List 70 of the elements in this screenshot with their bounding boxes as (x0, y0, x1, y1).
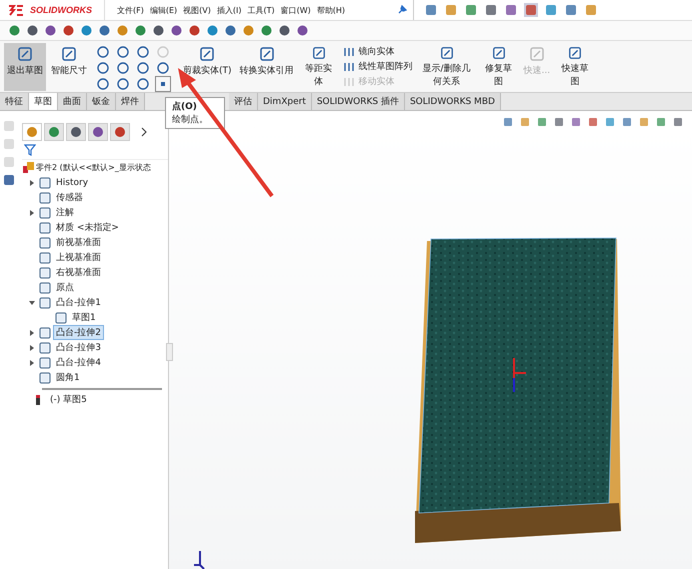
ribbon-button[interactable]: 显示/删除几何关系 (416, 43, 477, 91)
tree-item[interactable]: History (54, 178, 90, 188)
tool-icon (310, 46, 327, 60)
tool-icon (438, 46, 455, 60)
part-icon (22, 161, 35, 174)
filter-icon[interactable] (24, 144, 36, 156)
expand-arrow-icon[interactable] (29, 344, 35, 350)
tab[interactable]: 草图 (29, 93, 58, 110)
tool-icon (17, 46, 33, 62)
tab[interactable]: SOLIDWORKS MBD (404, 93, 501, 110)
origin-triad-icon (513, 358, 526, 392)
axis-triad-icon (193, 550, 205, 569)
menu-item[interactable]: 工具(T) (247, 4, 275, 16)
tool-icon (342, 76, 355, 88)
tool-icon (490, 46, 507, 60)
tree-item[interactable]: 原点 (54, 281, 76, 294)
panel-splitter-handle[interactable] (166, 343, 173, 361)
expand-arrow-icon[interactable] (29, 210, 35, 216)
tab[interactable]: 特征 (0, 93, 29, 110)
app-name: SOLIDWORKS (30, 5, 92, 15)
tree-item[interactable]: 右视基准面 (54, 266, 103, 279)
menu-item[interactable]: 文件(F) (117, 4, 144, 16)
tree-item[interactable]: 凸台-拉伸2 (54, 326, 103, 339)
menu-item[interactable]: 帮助(H) (316, 4, 346, 16)
tooltip-title: 点(O) (172, 100, 197, 113)
tool-icon (61, 46, 77, 62)
ribbon-button[interactable]: 快速草图 (555, 43, 596, 91)
tree-item[interactable]: 草图1 (70, 311, 98, 324)
expand-arrow-icon[interactable] (29, 360, 35, 366)
tab[interactable]: 曲面 (58, 93, 87, 110)
tool-icon (342, 46, 355, 58)
tree-item[interactable]: 前视基准面 (54, 236, 103, 249)
expand-arrow-icon[interactable] (29, 180, 35, 186)
menu-item[interactable]: 编辑(E) (150, 4, 178, 16)
ribbon-button[interactable]: 转换实体引用 (236, 43, 297, 91)
tree-item[interactable]: 零件2 (默认<<默认>_显示状态 (36, 162, 151, 173)
menu-item[interactable]: 插入(I) (216, 4, 242, 16)
ribbon-button[interactable]: 等距实体 (298, 43, 339, 91)
expand-arrow-icon[interactable] (29, 330, 35, 336)
chevron-right-icon[interactable] (140, 127, 148, 137)
pin-icon[interactable] (397, 5, 407, 15)
tree-item[interactable]: 凸台-拉伸4 (54, 356, 103, 369)
tree-item[interactable]: 材质 <未指定> (54, 221, 121, 234)
ribbon-button[interactable]: 退出草图 (4, 43, 46, 91)
tree-item[interactable]: 注解 (54, 206, 76, 219)
tab[interactable]: 焊件 (116, 93, 145, 110)
tree-item[interactable]: 凸台-拉伸1 (54, 296, 103, 309)
ribbon-button[interactable]: 镜向实体 (340, 45, 415, 58)
tab[interactable]: SOLIDWORKS 插件 (312, 93, 405, 110)
tab[interactable]: DimXpert (258, 93, 312, 110)
ribbon-button[interactable]: 修复草图 (478, 43, 519, 91)
ribbon-button[interactable]: 智能尺寸 (48, 43, 90, 91)
tool-icon (567, 46, 584, 60)
tooltip-text: 绘制点。 (172, 114, 208, 126)
tree-item[interactable]: 凸台-拉伸3 (54, 341, 103, 354)
tab[interactable]: 评估 (229, 93, 258, 110)
menu-item[interactable]: 窗口(W) (280, 4, 311, 16)
tree-item[interactable]: 上视基准面 (54, 251, 103, 264)
tool-icon (258, 46, 275, 62)
tool-icon (528, 46, 545, 62)
tree-item[interactable]: 传感器 (54, 191, 85, 204)
ribbon-button[interactable]: 线性草图阵列 (340, 60, 415, 73)
point-icon[interactable] (156, 77, 170, 91)
tool-icon (342, 60, 355, 72)
tree-item[interactable]: (-) 草图5 (48, 393, 89, 406)
tab[interactable]: 钣金 (87, 93, 116, 110)
menu-item[interactable]: 视图(V) (183, 4, 211, 16)
expand-arrow-icon[interactable] (29, 300, 35, 306)
tool-icon (199, 46, 216, 62)
tree-item[interactable]: 圆角1 (54, 371, 82, 384)
